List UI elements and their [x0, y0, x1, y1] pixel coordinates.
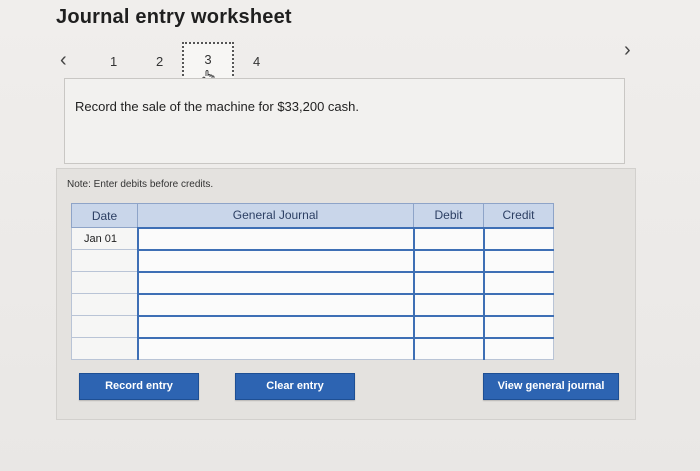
journal-entry-worksheet-page: Journal entry worksheet ‹ 1 2 3 4 › Reco… — [0, 0, 700, 471]
step-4-link[interactable]: 4 — [253, 54, 260, 69]
account-input[interactable] — [136, 314, 414, 338]
journal-panel: Note: Enter debits before credits. Date … — [56, 168, 636, 420]
date-cell[interactable] — [71, 271, 138, 294]
view-general-journal-button[interactable]: View general journal — [483, 373, 619, 400]
page-title: Journal entry worksheet — [56, 6, 292, 28]
credit-input[interactable] — [482, 292, 554, 316]
table-row — [71, 270, 554, 294]
chevron-left-icon[interactable]: ‹ — [60, 50, 67, 70]
instruction-box: Record the sale of the machine for $33,2… — [64, 78, 625, 164]
account-input[interactable] — [136, 292, 414, 316]
chevron-right-icon[interactable]: › — [624, 40, 631, 60]
debit-input[interactable] — [412, 314, 484, 338]
journal-table: Date General Journal Debit Credit Jan 01 — [71, 203, 554, 360]
credit-header: Credit — [483, 203, 554, 228]
credit-input[interactable] — [482, 270, 554, 294]
account-input[interactable] — [136, 270, 414, 294]
credit-input[interactable] — [482, 248, 554, 272]
date-header: Date — [71, 203, 138, 228]
debit-credit-note: Note: Enter debits before credits. — [67, 179, 214, 190]
debit-input[interactable] — [412, 292, 484, 316]
date-cell[interactable] — [71, 337, 138, 360]
date-cell[interactable] — [71, 293, 138, 316]
debit-header: Debit — [413, 203, 484, 228]
record-entry-button[interactable]: Record entry — [79, 373, 199, 400]
account-input[interactable] — [136, 248, 414, 272]
date-cell[interactable]: Jan 01 — [71, 227, 138, 250]
table-header-row: Date General Journal Debit Credit — [71, 203, 554, 228]
debit-input[interactable] — [412, 270, 484, 294]
date-cell[interactable] — [71, 315, 138, 338]
table-row — [71, 248, 554, 272]
debit-input[interactable] — [412, 226, 484, 250]
step-3-label: 3 — [204, 52, 212, 67]
date-cell[interactable] — [71, 249, 138, 272]
table-row — [71, 292, 554, 316]
debit-input[interactable] — [412, 336, 484, 360]
general-journal-header: General Journal — [137, 203, 414, 228]
step-2-link[interactable]: 2 — [156, 54, 163, 69]
credit-input[interactable] — [482, 314, 554, 338]
step-1-link[interactable]: 1 — [110, 54, 117, 69]
table-row: Jan 01 — [71, 226, 554, 250]
account-input[interactable] — [136, 336, 414, 360]
table-row — [71, 336, 554, 360]
table-row — [71, 314, 554, 338]
instruction-text: Record the sale of the machine for $33,2… — [75, 99, 360, 114]
credit-input[interactable] — [482, 226, 554, 250]
account-input[interactable] — [136, 226, 414, 250]
credit-input[interactable] — [482, 336, 554, 360]
debit-input[interactable] — [412, 248, 484, 272]
clear-entry-button[interactable]: Clear entry — [235, 373, 355, 400]
